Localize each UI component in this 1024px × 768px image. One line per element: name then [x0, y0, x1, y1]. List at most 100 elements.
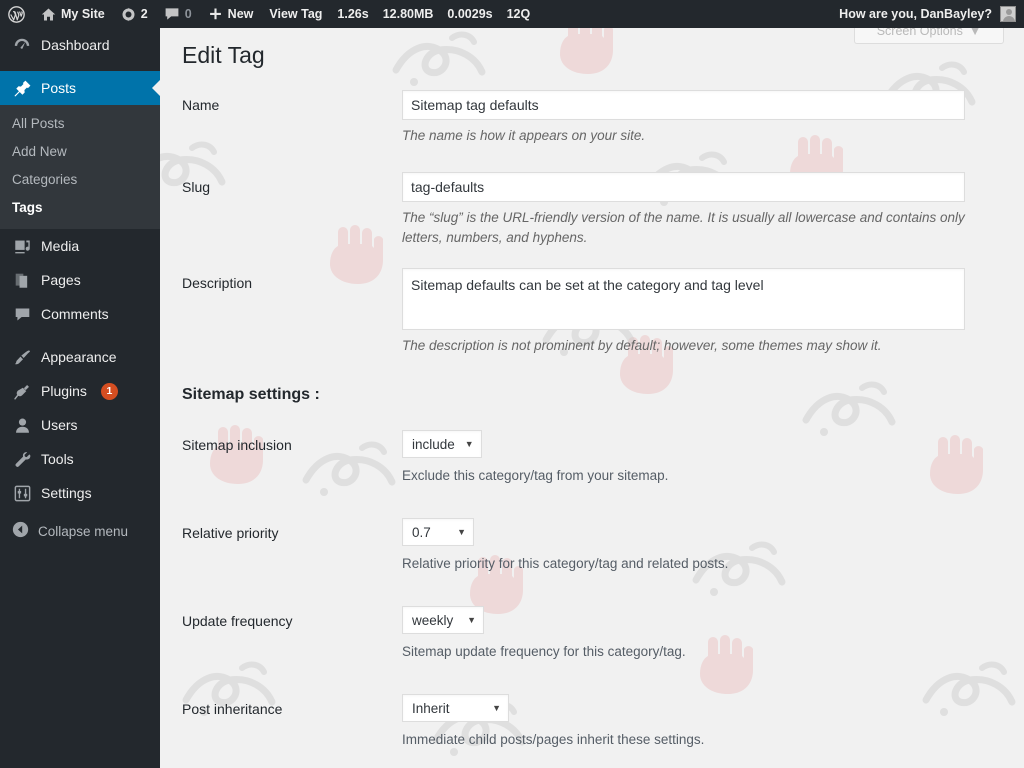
sidebar-item-plugins[interactable]: Plugins 1 [0, 374, 160, 408]
wp-logo-menu[interactable] [0, 0, 33, 28]
field-row-description: Description Sitemap defaults can be set … [182, 268, 1024, 356]
menu-separator [0, 331, 160, 340]
wrench-icon [12, 451, 32, 468]
edit-tag-form: Name The name is how it appears on your … [160, 70, 1024, 750]
sidebar-item-label: Tools [41, 451, 74, 467]
perf-memory: 12.80MB [382, 7, 434, 21]
sidebar-item-label: Users [41, 417, 78, 433]
slug-label: Slug [182, 179, 211, 195]
field-row-slug: Slug The “slug” is the URL-friendly vers… [182, 172, 1024, 248]
dashboard-icon [12, 36, 32, 54]
updates-menu[interactable]: 2 [113, 0, 156, 28]
sliders-icon [12, 485, 32, 502]
sitemap-inclusion-label: Sitemap inclusion [182, 437, 292, 453]
sitemap-inclusion-description: Exclude this category/tag from your site… [402, 468, 669, 483]
sidebar-item-label: Pages [41, 272, 81, 288]
updates-icon [121, 7, 136, 22]
post-inheritance-label: Post inheritance [182, 701, 283, 717]
description-help-text: The description is not prominent by defa… [402, 338, 882, 353]
media-icon [12, 238, 32, 255]
field-row-name: Name The name is how it appears on your … [182, 90, 1024, 146]
plus-icon [208, 7, 223, 22]
sidebar-item-label: Settings [41, 485, 92, 501]
posts-submenu: All Posts Add New Categories Tags [0, 105, 160, 229]
field-row-post-inheritance: Post inheritance Inherit ▼ Immediate chi… [182, 694, 1024, 750]
plugins-update-badge: 1 [100, 382, 118, 400]
wordpress-logo-icon [8, 5, 25, 23]
sidebar-item-settings[interactable]: Settings [0, 476, 160, 510]
paintbrush-icon [12, 349, 32, 366]
update-frequency-label: Update frequency [182, 613, 293, 629]
sidebar-item-users[interactable]: Users [0, 408, 160, 442]
sitemap-inclusion-value: include [412, 436, 455, 452]
row-spacer [182, 662, 1024, 694]
howdy-greeting[interactable]: How are you, DanBayley? [839, 7, 992, 21]
view-tag-link[interactable]: View Tag [261, 0, 330, 28]
chevron-down-icon: ▼ [457, 526, 466, 537]
new-content-menu[interactable]: New [200, 0, 262, 28]
view-tag-label: View Tag [269, 7, 323, 21]
sidebar-item-comments[interactable]: Comments [0, 297, 160, 331]
sidebar-item-dashboard[interactable]: Dashboard [0, 28, 160, 62]
sitemap-inclusion-select[interactable]: include ▼ [402, 430, 482, 458]
pin-icon [12, 80, 32, 97]
comments-menu[interactable]: 0 [156, 0, 200, 28]
admin-bar-right: How are you, DanBayley? [839, 6, 1024, 22]
plug-icon [12, 383, 32, 400]
update-frequency-description: Sitemap update frequency for this catego… [402, 644, 686, 659]
name-help-text: The name is how it appears on your site. [402, 128, 646, 143]
sidebar-item-media[interactable]: Media [0, 229, 160, 263]
perf-query-time: 0.0029s [447, 7, 493, 21]
comment-bubble-icon [164, 6, 180, 22]
collapse-menu-label: Collapse menu [38, 523, 129, 539]
post-inheritance-value: Inherit [412, 700, 450, 716]
admin-bar: My Site 2 0 New View Tag 1.26s 12.80MB 0… [0, 0, 1024, 28]
name-label: Name [182, 97, 220, 113]
field-row-sitemap-inclusion: Sitemap inclusion include ▼ Exclude this… [182, 430, 1024, 486]
name-input[interactable] [402, 90, 965, 120]
sidebar-item-label: Media [41, 238, 80, 254]
relative-priority-select[interactable]: 0.7 ▼ [402, 518, 474, 546]
description-textarea[interactable]: Sitemap defaults can be set at the categ… [402, 268, 965, 330]
screen-options-label: Screen Options [876, 28, 963, 38]
admin-sidebar-menu: Dashboard Posts All Posts Add New Catego… [0, 28, 160, 768]
sidebar-item-label: Posts [41, 80, 77, 96]
home-icon [41, 7, 56, 22]
slug-input[interactable] [402, 172, 965, 202]
post-inheritance-description: Immediate child posts/pages inherit thes… [402, 732, 705, 747]
row-spacer [182, 248, 1024, 268]
row-spacer [182, 486, 1024, 518]
field-row-relative-priority: Relative priority 0.7 ▼ Relative priorit… [182, 518, 1024, 574]
sidebar-subitem-add-new[interactable]: Add New [0, 138, 160, 166]
slug-help-text: The “slug” is the URL-friendly version o… [402, 210, 965, 245]
user-icon [12, 417, 32, 434]
perf-time: 1.26s [337, 7, 369, 21]
sidebar-item-posts[interactable]: Posts [0, 71, 160, 105]
sidebar-item-label: Appearance [41, 349, 117, 365]
sidebar-item-label: Dashboard [41, 37, 110, 53]
row-spacer [182, 146, 1024, 172]
collapse-menu-button[interactable]: Collapse menu [0, 514, 160, 548]
sitemap-settings-heading: Sitemap settings : [182, 386, 320, 403]
post-inheritance-select[interactable]: Inherit ▼ [402, 694, 509, 722]
avatar[interactable] [1000, 6, 1016, 22]
site-name-label: My Site [61, 7, 105, 21]
sidebar-item-label: Plugins [41, 383, 87, 399]
chevron-down-icon: ▼ [968, 28, 982, 38]
row-spacer [182, 574, 1024, 606]
sidebar-item-label: Comments [41, 306, 109, 322]
chevron-down-icon: ▼ [464, 438, 474, 449]
site-name-menu[interactable]: My Site [33, 0, 113, 28]
chevron-down-icon: ▼ [492, 702, 501, 713]
update-frequency-select[interactable]: weekly ▼ [402, 606, 484, 634]
sidebar-subitem-categories[interactable]: Categories [0, 166, 160, 194]
updates-count: 2 [140, 7, 148, 21]
screen-options-button[interactable]: Screen Options ▼ [854, 28, 1004, 44]
sidebar-item-appearance[interactable]: Appearance [0, 340, 160, 374]
comments-count: 0 [184, 7, 192, 21]
new-content-label: New [227, 7, 254, 21]
sidebar-item-pages[interactable]: Pages [0, 263, 160, 297]
sidebar-item-tools[interactable]: Tools [0, 442, 160, 476]
sidebar-subitem-tags[interactable]: Tags [0, 194, 160, 222]
sidebar-subitem-all-posts[interactable]: All Posts [0, 110, 160, 138]
